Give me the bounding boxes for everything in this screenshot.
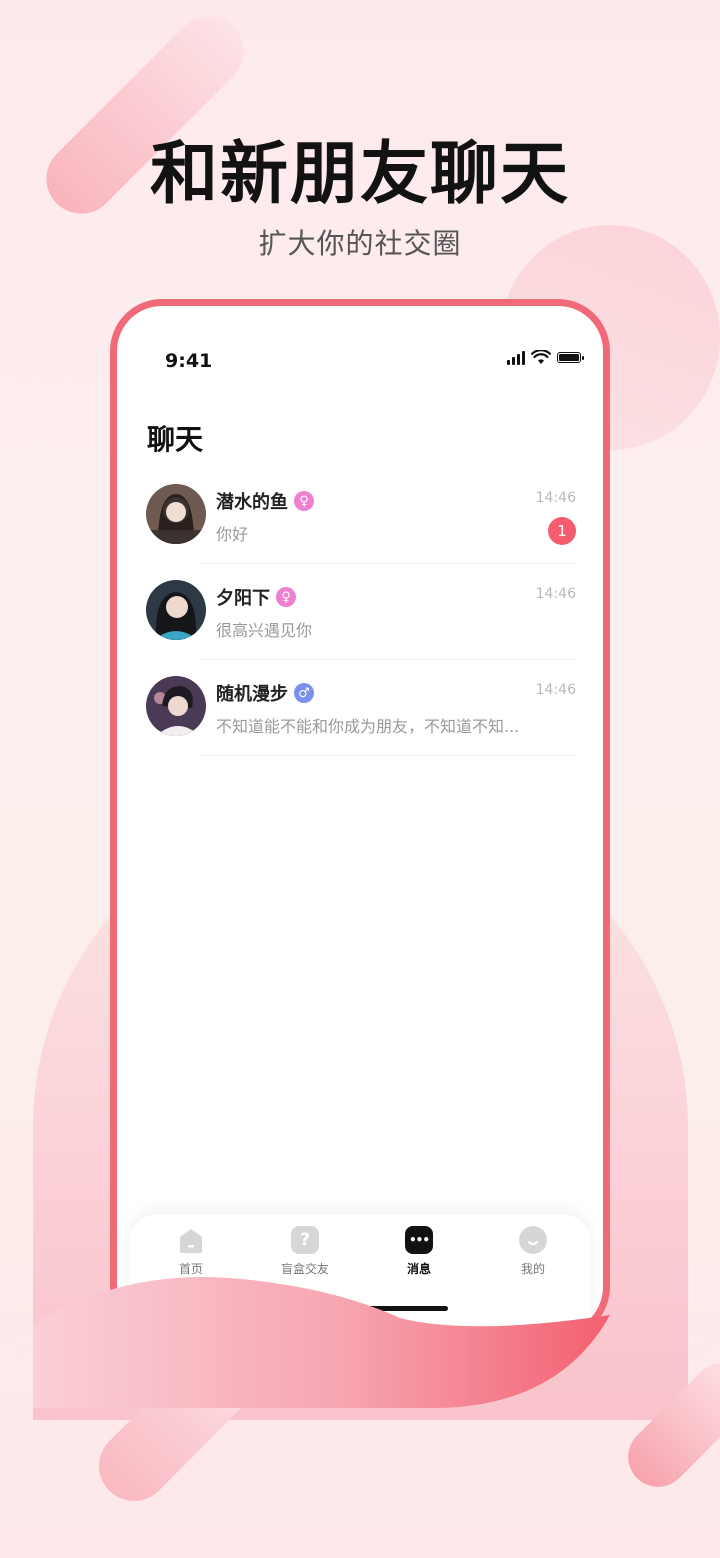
contact-name: 随机漫步: [216, 684, 288, 705]
conversation-item[interactable]: 潜水的鱼 ♀ 14:46 你好 1: [117, 484, 603, 580]
unread-badge: 1: [548, 517, 576, 545]
conversation-item[interactable]: 随机漫步 ♂ 14:46 不知道能不能和你成为朋友，不知道不知...: [117, 676, 603, 772]
message-preview: 不知道能不能和你成为朋友，不知道不知...: [216, 717, 520, 736]
divider: [201, 563, 576, 564]
avatar: [146, 580, 206, 640]
male-icon: ♂: [294, 683, 314, 703]
home-indicator: [312, 1306, 448, 1311]
status-time: 9:41: [165, 350, 213, 372]
message-time: 14:46: [535, 682, 576, 698]
wifi-icon: [531, 350, 551, 364]
contact-name: 夕阳下: [216, 588, 270, 609]
avatar: [146, 676, 206, 736]
tab-mine-label: 我的: [520, 1262, 545, 1276]
message-time: 14:46: [535, 586, 576, 602]
smile-face-icon: [519, 1226, 547, 1254]
promo-headline: 和新朋友聊天: [149, 135, 570, 214]
tab-messages[interactable]: ••• 消息: [379, 1226, 459, 1277]
tab-mine[interactable]: 我的: [493, 1226, 573, 1277]
tab-messages-label: 消息: [406, 1262, 431, 1276]
message-time: 14:46: [535, 490, 576, 506]
message-preview: 很高兴遇见你: [216, 621, 313, 640]
message-bubble-icon: •••: [405, 1226, 433, 1254]
tab-home[interactable]: 首页: [151, 1226, 231, 1277]
tab-blind-box-label: 盲盒交友: [280, 1262, 329, 1276]
conversation-item[interactable]: 夕阳下 ♀ 14:46 很高兴遇见你: [117, 580, 603, 676]
question-box-icon: ?: [291, 1226, 319, 1254]
tab-home-label: 首页: [178, 1262, 203, 1276]
avatar: [146, 484, 206, 544]
page-title: 聊天: [147, 423, 204, 456]
tab-blind-box[interactable]: ? 盲盒交友: [265, 1226, 345, 1277]
female-icon: ♀: [276, 587, 296, 607]
home-icon: [177, 1226, 205, 1254]
divider: [201, 755, 576, 756]
status-icons: [507, 350, 584, 365]
phone-mockup: 9:41 聊天 潜水的鱼 ♀ 14:46 你好 1 夕阳下 ♀ 14:46 很高…: [110, 299, 610, 1339]
contact-name: 潜水的鱼: [216, 492, 288, 513]
female-icon: ♀: [294, 491, 314, 511]
battery-icon: [557, 352, 584, 363]
promo-subline: 扩大你的社交圈: [258, 227, 462, 260]
message-preview: 你好: [216, 525, 249, 544]
divider: [201, 659, 576, 660]
signal-icon: [507, 350, 525, 365]
